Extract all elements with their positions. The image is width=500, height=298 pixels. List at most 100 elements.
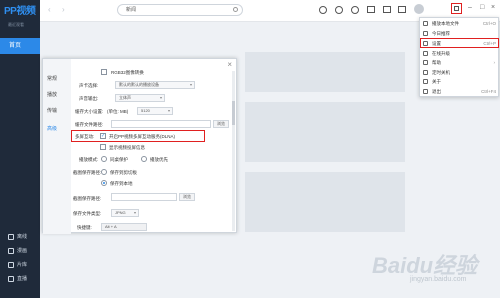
watermark-url: jingyan.baidu.com [410, 276, 467, 283]
play-mode-label: 播放模式: [79, 157, 99, 162]
left-sidebar: PP视频 最近观看 首页 离线 漫画 片库 直播 [0, 0, 40, 298]
sidebar-item-offline[interactable]: 离线 [0, 230, 40, 244]
menu-item-open-local[interactable]: 播放本地文件 Ctrl+O [420, 19, 500, 28]
file-type-label: 保存文件类型: [73, 211, 102, 216]
chevron-right-icon: › [493, 60, 496, 65]
cache-size-value: 5120 [141, 108, 150, 113]
tab-advanced[interactable]: 高级 [43, 123, 71, 135]
forward-icon[interactable]: › [62, 5, 65, 14]
chevron-down-icon: ▾ [159, 95, 162, 100]
chevron-down-icon: ▾ [167, 108, 170, 113]
back-icon[interactable]: ‹ [48, 5, 51, 14]
file-type-value: JPNG [115, 210, 126, 215]
chevron-down-icon: ▾ [189, 82, 192, 87]
close-icon[interactable]: × [491, 4, 495, 11]
sidebar-item-comics[interactable]: 漫画 [0, 244, 40, 258]
play-mode-radio-1[interactable] [101, 156, 107, 162]
chevron-down-icon: ▾ [133, 210, 136, 215]
menu-item-shutdown-timer[interactable]: 定时关机 [420, 68, 500, 77]
dlna-checkbox[interactable]: ✓ [100, 133, 106, 139]
history-icon[interactable] [335, 6, 343, 14]
save-clipboard-radio[interactable] [101, 169, 107, 175]
clock-icon [423, 70, 428, 75]
file-type-select[interactable]: JPNG ▾ [111, 209, 139, 217]
soundcard-select[interactable]: 默认的默认的播放设备 ▾ [115, 81, 195, 89]
menu-item-shortcut: Ctrl+O [482, 21, 496, 26]
rgb32-checkbox[interactable] [101, 69, 107, 75]
calendar-icon [423, 31, 428, 36]
soundcard-value: 默认的默认的播放设备 [119, 82, 159, 87]
star-icon[interactable] [351, 6, 359, 14]
settings-nav: 常规 播放 传输 高级 [43, 59, 71, 234]
play-mode-option-2: 播放优先 [150, 157, 168, 162]
menu-icon [454, 6, 459, 11]
save-local-radio[interactable] [101, 180, 107, 186]
download-icon[interactable] [367, 6, 375, 13]
tab-general[interactable]: 常规 [43, 73, 71, 85]
tab-playback[interactable]: 播放 [43, 89, 71, 101]
sidebar-item-library[interactable]: 片库 [0, 258, 40, 272]
mail-icon[interactable] [383, 6, 391, 13]
cast-info-checkbox[interactable] [100, 144, 106, 150]
app-logo: PP视频 [4, 6, 36, 17]
sidebar-item-label: 片库 [17, 262, 28, 268]
menu-item-update[interactable]: 在线升级 [420, 49, 500, 58]
screenshot-path-input[interactable] [111, 193, 177, 201]
sidebar-item-label: 离线 [17, 234, 28, 240]
search-icon[interactable] [233, 7, 238, 12]
search-value: 新闻 [126, 7, 137, 13]
live-icon [8, 275, 14, 282]
update-icon [423, 51, 428, 56]
vip-icon[interactable] [398, 6, 406, 13]
dlna-option-label: 开启PP视频多屏互动服务(DLNA) [109, 134, 176, 139]
sidebar-item-live[interactable]: 直播 [0, 272, 40, 286]
power-icon [423, 89, 428, 94]
cache-path-label: 缓存文件路径: [75, 122, 104, 127]
cache-browse-button[interactable]: 浏览 [213, 120, 229, 128]
cast-info-label: 显示视频投屏信息 [109, 145, 145, 150]
dialog-scrollbar[interactable] [232, 71, 235, 231]
screenshot-save-label: 截图保存路径: [73, 170, 102, 175]
screenshot-browse-button[interactable]: 浏览 [179, 193, 195, 201]
sidebar-item-label: 漫画 [17, 248, 28, 254]
help-icon [423, 60, 428, 65]
screenshot-path-label: 截图保存路径: [73, 196, 102, 201]
menu-item-about[interactable]: 关于 [420, 77, 500, 86]
multiscreen-label: 多屏互动: [75, 134, 95, 139]
sidebar-recent-label[interactable]: 最近观看 [8, 22, 24, 28]
app-window: PP视频 最近观看 首页 离线 漫画 片库 直播 ‹ › 新闻 – □ × × … [0, 0, 500, 298]
sidebar-item-label: 直播 [17, 276, 28, 282]
minimize-icon[interactable]: – [468, 4, 472, 11]
close-icon[interactable]: × [227, 60, 232, 69]
sound-output-select[interactable]: 立体声 ▾ [115, 94, 165, 102]
cache-size-select[interactable]: 5120 ▾ [137, 107, 173, 115]
main-menu-button[interactable] [451, 3, 462, 14]
avatar[interactable] [414, 4, 424, 14]
menu-item-help[interactable]: 帮助 › [420, 58, 500, 67]
menu-item-label: 退出 [432, 89, 441, 94]
hotkey-label: 快捷键: [77, 225, 92, 230]
content-card[interactable] [245, 52, 405, 92]
menu-item-exit[interactable]: 退出 Ctrl+F4 [420, 87, 500, 96]
content-card[interactable] [245, 102, 405, 162]
scrollbar-thumb[interactable] [232, 101, 235, 125]
save-local-label: 保存到本地 [110, 181, 133, 186]
tab-transfer[interactable]: 传输 [43, 105, 71, 117]
menu-item-label: 播放本地文件 [432, 21, 459, 26]
comic-icon [8, 247, 14, 254]
search-input[interactable]: 新闻 [117, 4, 243, 16]
play-mode-radio-2[interactable] [141, 156, 147, 162]
content-card[interactable] [245, 172, 405, 232]
sidebar-item-home[interactable]: 首页 [0, 38, 40, 54]
menu-item-label: 定时关机 [432, 70, 450, 75]
cache-path-input[interactable] [111, 120, 211, 128]
maximize-icon[interactable]: □ [480, 4, 484, 11]
hotkey-input[interactable]: Alt + A [101, 223, 147, 231]
save-clipboard-label: 保存到剪切板 [110, 170, 137, 175]
info-icon [423, 79, 428, 84]
menu-item-shortcut: Ctrl+F4 [481, 89, 496, 94]
menu-item-label: 在线升级 [432, 51, 450, 56]
play-icon[interactable] [319, 6, 327, 14]
menu-item-recommend[interactable]: 今日推荐 [420, 29, 500, 38]
play-mode-option-1: 同桌保护 [110, 157, 128, 162]
